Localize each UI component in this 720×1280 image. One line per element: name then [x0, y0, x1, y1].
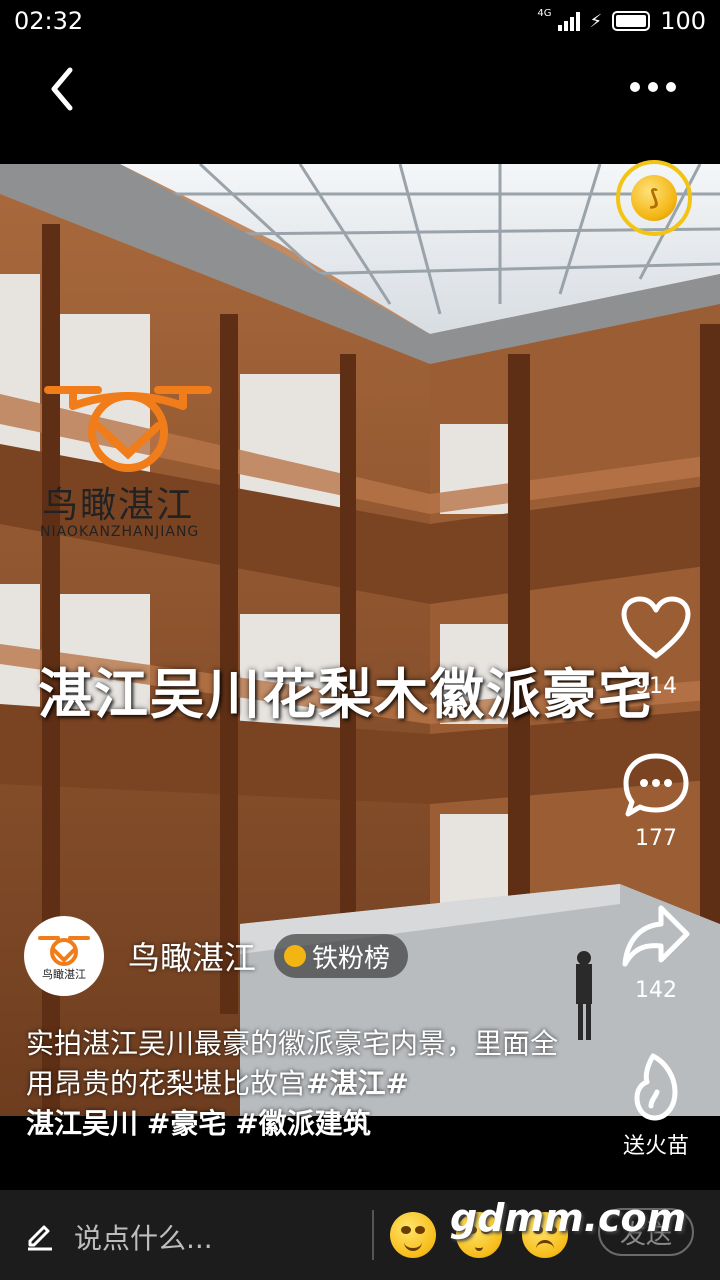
author-avatar[interactable]: 鸟瞰湛江 — [24, 916, 104, 996]
caption-text: 实拍湛江吴川最豪的徽派豪宅内景，里面全用昂贵的花梨堪比故宫 — [26, 1027, 559, 1100]
fan-rank-badge[interactable]: 铁粉榜 — [274, 934, 409, 978]
like-button[interactable]: 914 — [610, 596, 702, 699]
back-arrow-icon — [51, 67, 73, 111]
charging-icon: ⚡ — [589, 10, 603, 32]
battery-icon — [612, 11, 651, 31]
drone-logo-icon: 鸟瞰湛江 — [38, 936, 90, 981]
coin-icon: ⟆ — [631, 175, 677, 221]
like-count: 914 — [635, 674, 677, 699]
back-button[interactable] — [44, 64, 84, 114]
more-dot-icon — [630, 82, 640, 92]
share-count: 142 — [635, 978, 677, 1003]
comment-input[interactable]: 说点什么... — [26, 1212, 213, 1262]
more-dot-icon — [666, 82, 676, 92]
site-watermark: gdmm.com — [450, 1196, 687, 1240]
battery-level: 100 — [660, 7, 706, 35]
drone-logo-icon — [44, 386, 212, 472]
comment-button[interactable]: 177 — [610, 752, 702, 851]
share-arrow-icon — [622, 905, 690, 967]
pen-icon — [28, 1225, 52, 1251]
hashtag[interactable]: #豪宅 — [147, 1107, 226, 1140]
author-row: 鸟瞰湛江 鸟瞰湛江 铁粉榜 — [24, 914, 409, 998]
hashtag[interactable]: #徽派建筑 — [235, 1107, 370, 1140]
send-fire-button[interactable]: 送火苗 — [610, 1052, 702, 1160]
hashtag[interactable]: 湛江吴川 — [26, 1107, 138, 1140]
fire-label: 送火苗 — [622, 1134, 689, 1159]
more-dot-icon — [648, 82, 658, 92]
network-type: 4G — [537, 7, 552, 19]
signal-icon — [557, 11, 580, 31]
status-time: 02:32 — [14, 7, 84, 35]
reward-coin-button[interactable]: ⟆ — [616, 160, 692, 236]
heart-icon — [621, 596, 691, 659]
comment-placeholder: 说点什么... — [74, 1222, 213, 1255]
comment-count: 177 — [635, 826, 677, 851]
video-caption: 实拍湛江吴川最豪的徽派豪宅内景，里面全用昂贵的花梨堪比故宫#湛江# 湛江吴川 #… — [26, 1024, 566, 1144]
comment-bubble-icon — [623, 753, 689, 817]
flame-icon — [634, 1053, 678, 1121]
avatar-text: 鸟瞰湛江 — [42, 967, 86, 981]
share-button[interactable]: 142 — [610, 902, 702, 1003]
author-name[interactable]: 鸟瞰湛江 — [128, 933, 256, 979]
status-bar: 02:32 4G ⚡ 100 — [0, 0, 720, 42]
top-nav — [0, 50, 720, 130]
video-overlay-title: 湛江吴川花梨木徽派豪宅 — [38, 663, 654, 726]
divider — [372, 1210, 374, 1260]
more-options-button[interactable] — [630, 72, 682, 102]
medal-icon — [284, 945, 307, 967]
emoji-smile-icon[interactable] — [390, 1212, 436, 1258]
video-watermark: 鸟瞰湛江 NIAOKANZHANJIANG — [38, 376, 238, 546]
watermark-subtitle: NIAOKANZHANJIANG — [40, 524, 200, 540]
fan-badge-label: 铁粉榜 — [312, 943, 391, 974]
status-icons: 4G ⚡ 100 — [537, 7, 706, 35]
watermark-title: 鸟瞰湛江 — [42, 485, 195, 526]
hashtag[interactable]: #湛江# — [306, 1067, 409, 1100]
